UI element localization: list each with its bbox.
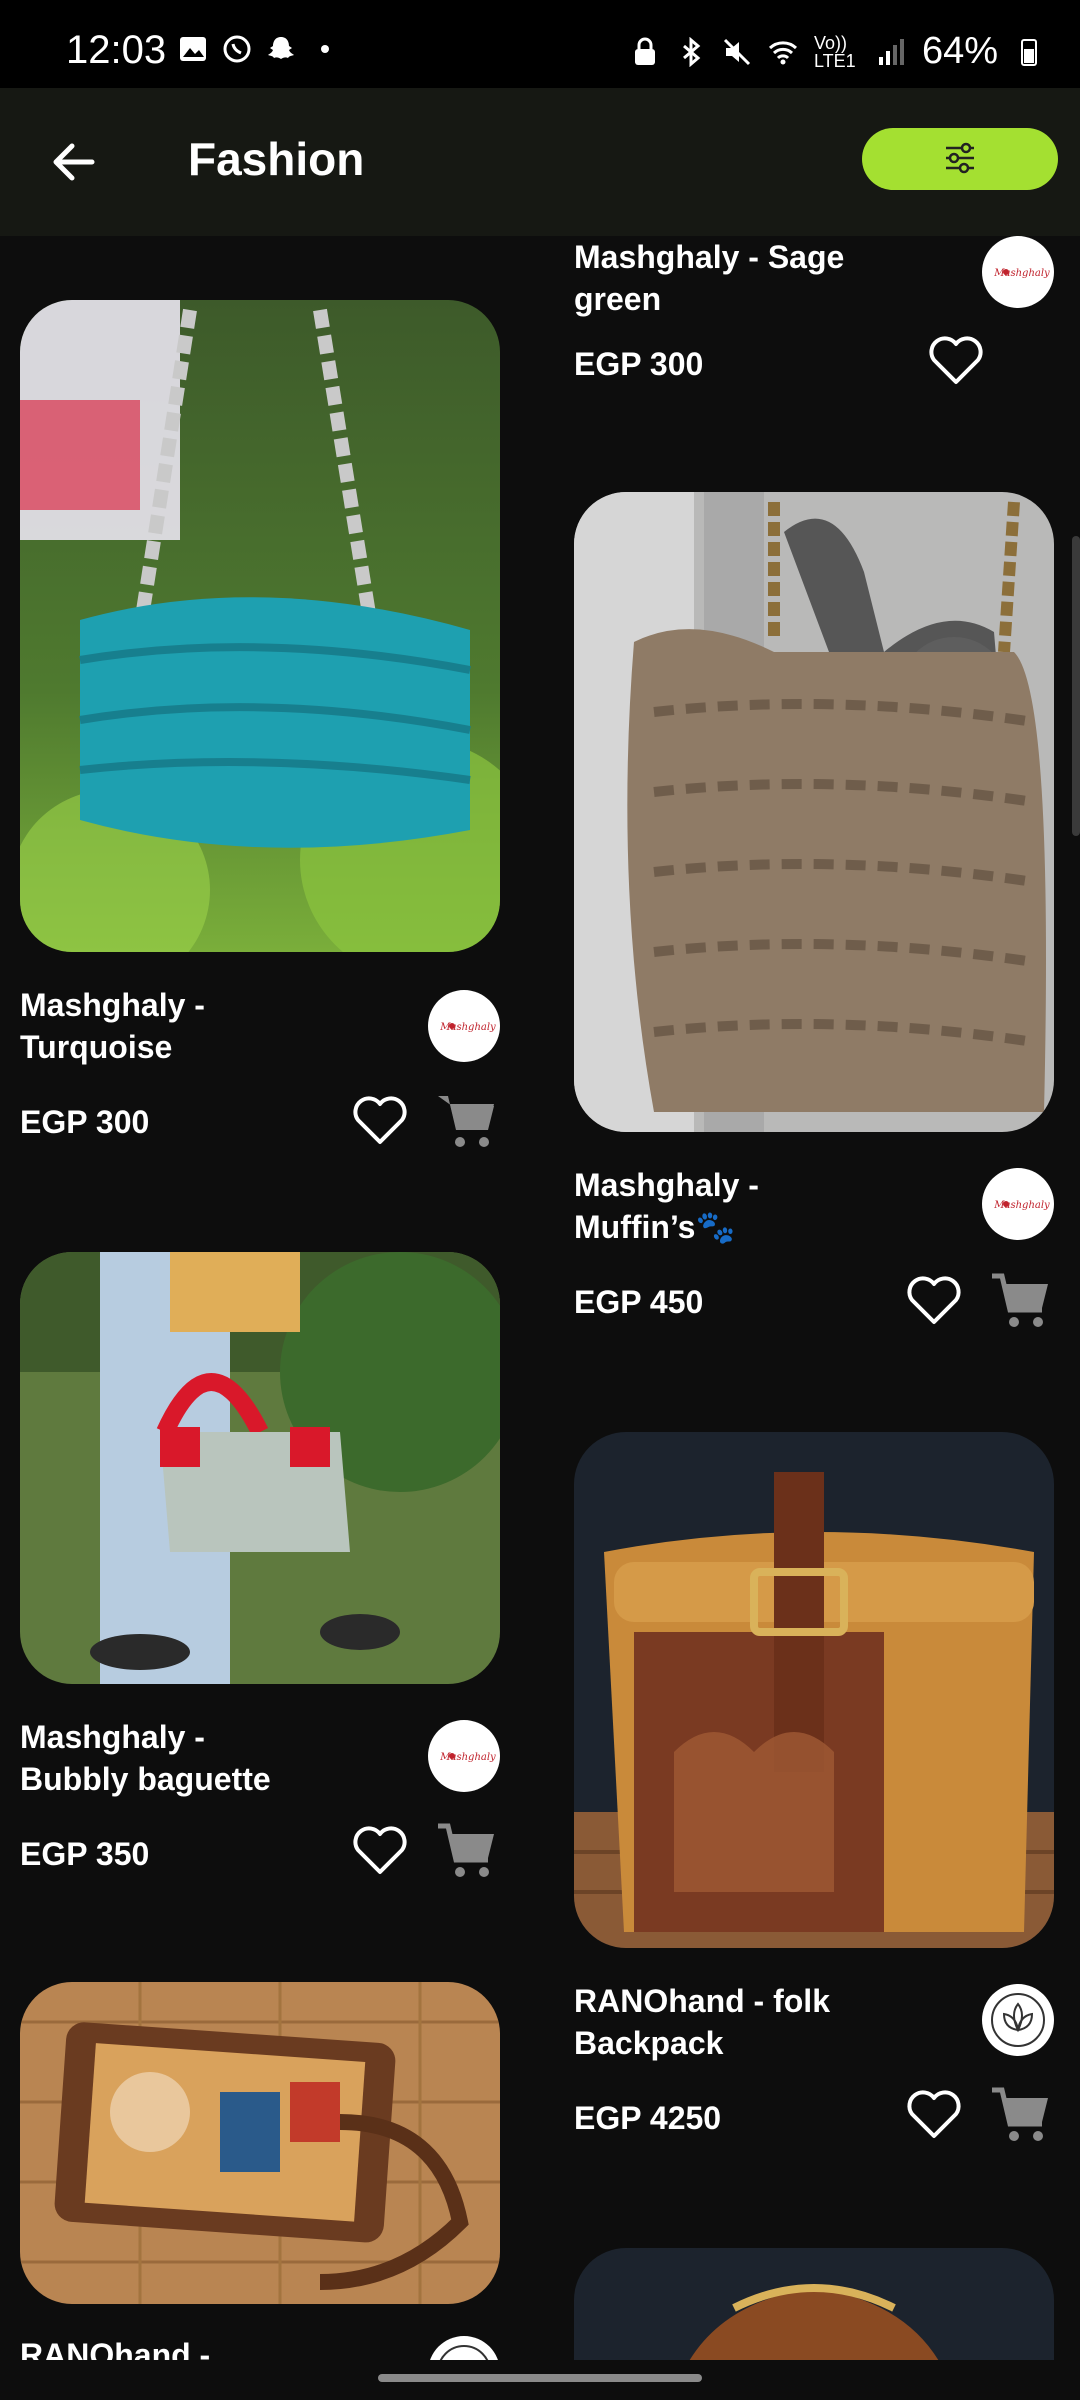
brand-logo[interactable]: Mashghaly — [982, 1168, 1054, 1240]
product-image[interactable] — [574, 492, 1054, 1132]
app-bar: Fashion — [0, 88, 1080, 236]
mashghaly-logo-icon: Mashghaly — [430, 1722, 498, 1790]
notification-icons — [178, 34, 340, 64]
mute-icon — [723, 38, 750, 65]
brand-logo[interactable]: Mashghaly — [428, 1720, 500, 1792]
gallery-icon — [180, 37, 206, 61]
product-price: EGP 300 — [20, 1104, 150, 1140]
whatsapp-icon — [223, 35, 251, 63]
filter-button[interactable] — [862, 128, 1058, 190]
svg-text:Mashghaly: Mashghaly — [993, 268, 1050, 279]
product-image[interactable] — [20, 300, 500, 952]
backpack-image — [574, 1432, 1054, 1948]
status-bar: 12:03 Vo)) LTE1 64% — [0, 0, 1080, 88]
product-name-line1: Mashghaly - Sage — [574, 239, 845, 275]
bluetooth-icon — [682, 36, 701, 67]
ranohand-logo-icon — [432, 2338, 496, 2360]
scrollbar[interactable] — [1072, 536, 1080, 836]
mashghaly-logo-icon: Mashghaly — [430, 992, 498, 1060]
page-title: Fashion — [188, 133, 365, 185]
cart-icon[interactable] — [990, 1270, 1052, 1330]
svg-text:Mashghaly: Mashghaly — [439, 1752, 496, 1763]
product-price: EGP 450 — [574, 1284, 704, 1320]
turquoise-bag-image — [20, 300, 500, 952]
mashghaly-logo-icon: Mashghaly — [984, 1170, 1052, 1238]
status-time: 12:03 — [66, 28, 167, 72]
heart-icon[interactable] — [928, 334, 984, 386]
product-grid: Mashghaly - Sage green Mashghaly EGP 300… — [0, 236, 1080, 2360]
heart-icon[interactable] — [352, 1824, 408, 1876]
product-name-line2: green — [574, 281, 662, 317]
product-image[interactable] — [20, 1252, 500, 1684]
product-name-line1: RANOhand - — [20, 2337, 211, 2360]
product-name[interactable]: Mashghaly - Turquoise — [20, 984, 205, 1068]
network-label: Vo)) LTE1 — [813, 32, 856, 71]
svg-text:Mashghaly: Mashghaly — [439, 1022, 496, 1033]
product-image[interactable] — [20, 1982, 500, 2304]
sliders-icon — [946, 142, 974, 174]
baguette-bag-image — [20, 1252, 500, 1684]
signal-icon — [878, 38, 904, 65]
heart-icon[interactable] — [352, 1094, 408, 1146]
cat-bag-image — [574, 492, 1054, 1132]
product-price: EGP 4250 — [574, 2100, 722, 2136]
product-name-line2: Backpack — [574, 2025, 724, 2061]
svg-text:Mashghaly: Mashghaly — [993, 1200, 1050, 1211]
leather-bag-image — [574, 2248, 1054, 2360]
brand-logo[interactable]: Mashghaly — [428, 990, 500, 1062]
battery-percent: 64% — [921, 30, 998, 72]
cart-icon[interactable] — [990, 2084, 1052, 2144]
home-indicator[interactable] — [378, 2374, 702, 2382]
product-name-line1: Mashghaly - — [20, 987, 205, 1023]
product-name-line2: Muffin’s🐾 — [574, 1209, 736, 1245]
product-price: EGP 350 — [20, 1836, 150, 1872]
product-name-line2: Turquoise — [20, 1029, 173, 1065]
lock-icon — [634, 37, 655, 65]
product-name[interactable]: Mashghaly - Bubbly baguette — [20, 1716, 271, 1800]
wallet-image — [20, 1982, 500, 2304]
product-image[interactable] — [574, 2248, 1054, 2360]
product-name-line1: Mashghaly - — [20, 1719, 205, 1755]
product-name[interactable]: Mashghaly - Muffin’s🐾 — [574, 1164, 759, 1248]
cart-icon[interactable] — [436, 1820, 498, 1880]
mashghaly-logo-icon: Mashghaly — [984, 238, 1052, 306]
system-icons: Vo)) LTE1 64% — [630, 30, 1044, 73]
product-name-line2: Bubbly baguette — [20, 1761, 271, 1797]
product-image[interactable] — [574, 1432, 1054, 1948]
product-name[interactable]: RANOhand - — [20, 2334, 210, 2360]
heart-icon[interactable] — [906, 1274, 962, 1326]
product-price: EGP 300 — [574, 346, 704, 382]
ranohand-logo-icon — [984, 1986, 1052, 2054]
wifi-icon — [768, 40, 797, 64]
snapchat-icon — [268, 37, 294, 59]
brand-logo[interactable]: Mashghaly — [982, 236, 1054, 308]
dot-icon — [321, 45, 329, 53]
product-name-line1: Mashghaly - — [574, 1167, 759, 1203]
cart-icon[interactable] — [436, 1090, 498, 1150]
arrow-left-icon[interactable] — [44, 132, 104, 192]
brand-logo[interactable] — [428, 2336, 500, 2360]
product-name[interactable]: RANOhand - folk Backpack — [574, 1980, 830, 2064]
product-name[interactable]: Mashghaly - Sage green — [574, 236, 844, 320]
battery-icon — [1021, 38, 1037, 66]
product-name-line1: RANOhand - folk — [574, 1983, 830, 2019]
brand-logo[interactable] — [982, 1984, 1054, 2056]
heart-icon[interactable] — [906, 2088, 962, 2140]
